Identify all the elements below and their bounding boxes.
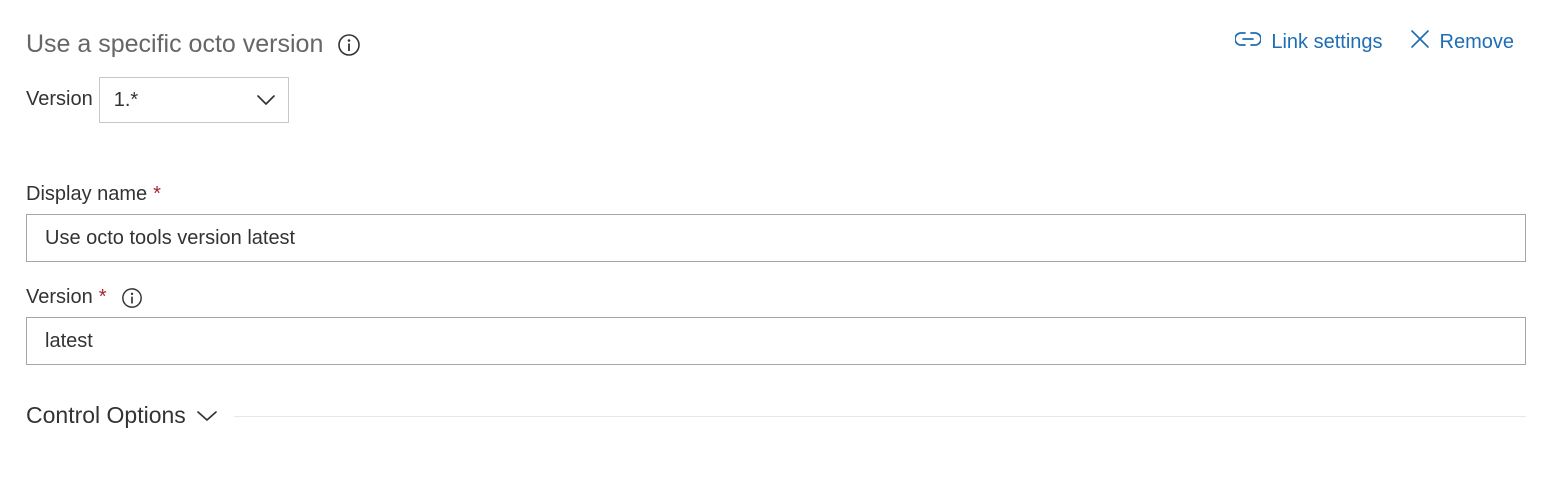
display-name-label: Display name * xyxy=(26,183,161,206)
control-options-label: Control Options xyxy=(26,402,186,428)
required-mark: * xyxy=(153,183,161,205)
task-version-label: Version xyxy=(26,87,93,110)
task-version-select[interactable]: 1.* xyxy=(98,77,289,123)
chevron-down-icon xyxy=(256,89,276,112)
control-options-toggle[interactable]: Control Options xyxy=(26,402,218,429)
link-settings-label: Link settings xyxy=(1271,30,1383,53)
remove-button[interactable]: Remove xyxy=(1410,29,1514,55)
link-icon xyxy=(1234,29,1263,55)
info-icon[interactable] xyxy=(121,287,143,309)
display-name-field[interactable] xyxy=(26,214,1526,262)
task-title-text: Use a specific octo version xyxy=(26,30,324,58)
remove-label: Remove xyxy=(1439,30,1514,53)
task-title: Use a specific octo version xyxy=(26,30,361,59)
version-label: Version * xyxy=(26,286,143,309)
required-mark: * xyxy=(98,286,107,308)
task-version-value: 1.* xyxy=(113,88,139,111)
task-version-row: Version 1.* xyxy=(26,77,289,123)
version-field[interactable] xyxy=(26,317,1526,365)
top-actions: Link settings Remove xyxy=(1234,29,1514,55)
control-options-section: Control Options xyxy=(26,402,1526,429)
close-icon xyxy=(1410,29,1430,55)
display-name-label-text: Display name xyxy=(26,183,148,205)
info-icon[interactable] xyxy=(337,33,361,57)
chevron-down-icon xyxy=(196,402,218,429)
section-divider xyxy=(233,416,1526,417)
link-settings-button[interactable]: Link settings xyxy=(1234,29,1383,55)
version-label-text: Version xyxy=(26,286,93,308)
